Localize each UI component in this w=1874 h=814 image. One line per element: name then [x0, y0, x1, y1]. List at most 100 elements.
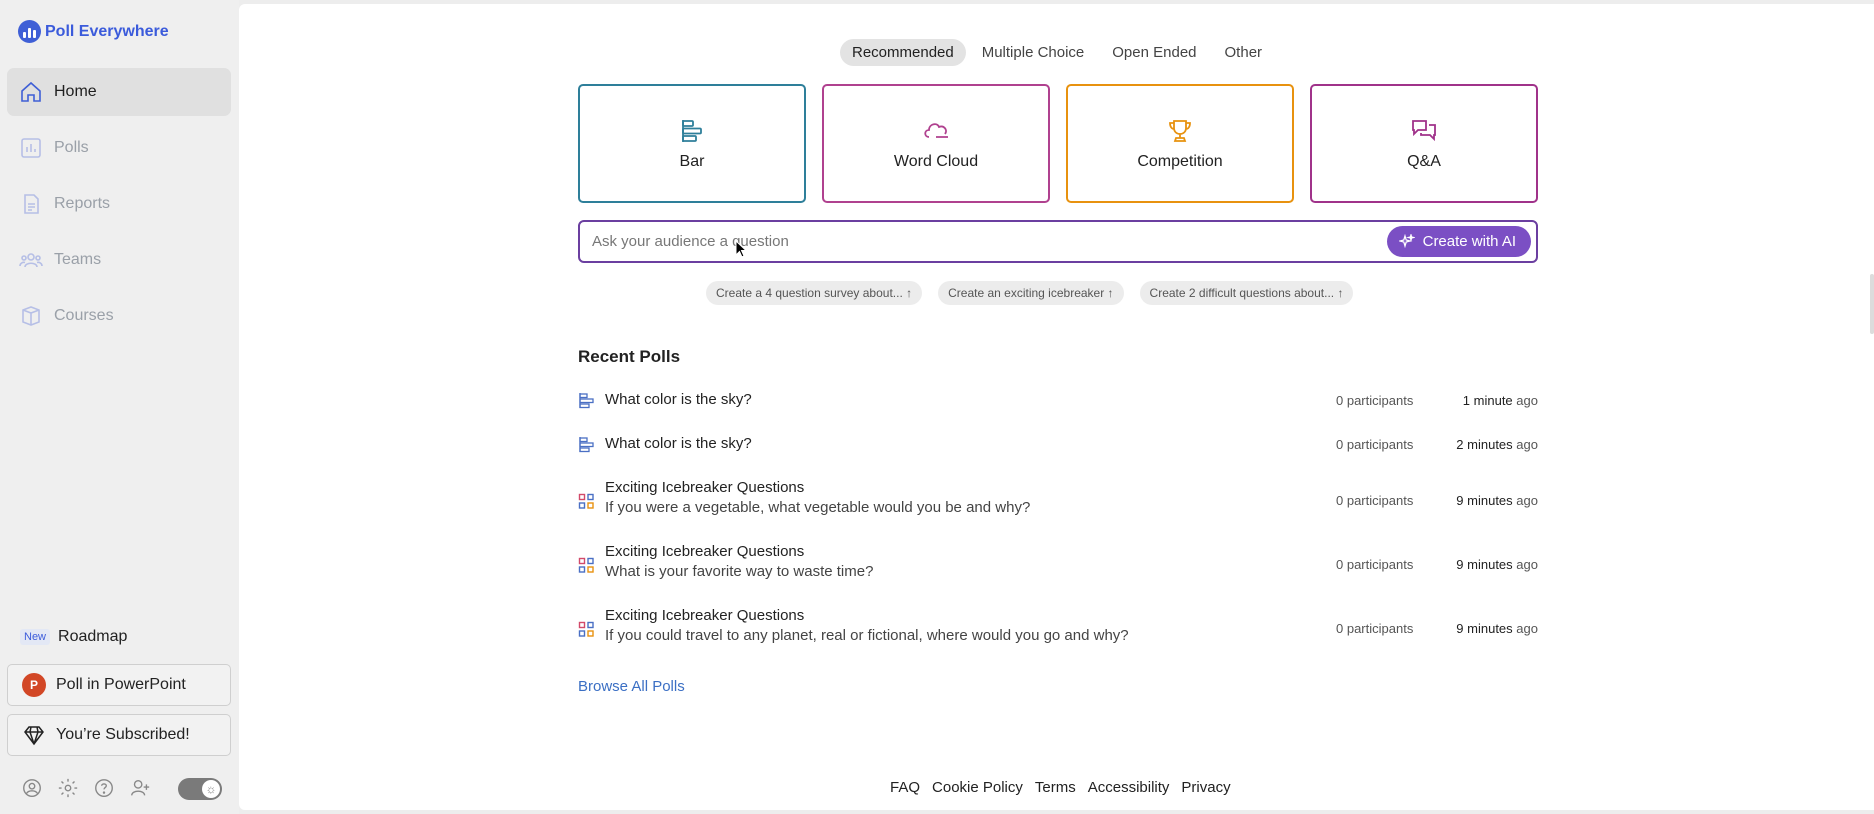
main-panel: Recommended Multiple Choice Open Ended O… — [239, 4, 1874, 810]
poll-time-suffix: ago — [1516, 493, 1538, 508]
sidebar-item-home[interactable]: Home — [7, 68, 231, 116]
roadmap-link[interactable]: New Roadmap — [20, 628, 127, 646]
poll-participants: 0 participants — [1336, 437, 1414, 452]
footer-link-terms[interactable]: Terms — [1035, 779, 1076, 796]
sidebar-item-courses[interactable]: Courses — [7, 292, 231, 340]
sidebar-item-polls[interactable]: Polls — [7, 124, 231, 172]
poll-row[interactable]: Exciting Icebreaker Questions If you cou… — [578, 607, 1538, 651]
subscription-button[interactable]: You’re Subscribed! — [7, 714, 231, 756]
mouse-cursor-icon — [735, 239, 748, 258]
teams-icon — [19, 253, 43, 268]
poll-time-value: 1 minute — [1462, 393, 1513, 408]
sidebar-item-teams[interactable]: Teams — [7, 236, 231, 284]
poll-time-suffix: ago — [1516, 557, 1538, 572]
new-badge: New — [20, 629, 51, 645]
home-icon — [21, 81, 41, 102]
tab-open-ended[interactable]: Open Ended — [1100, 39, 1208, 66]
suggestion-chip[interactable]: Create an exciting icebreaker ↑ — [938, 281, 1124, 305]
poll-row[interactable]: Exciting Icebreaker Questions If you wer… — [578, 479, 1538, 523]
powerpoint-label: Poll in PowerPoint — [56, 676, 186, 693]
sidebar-item-label: Polls — [54, 139, 89, 156]
poll-participants: 0 participants — [1336, 393, 1414, 408]
sidebar: Poll Everywhere Home Polls Reports Teams… — [0, 0, 239, 814]
card-label: Word Cloud — [893, 152, 979, 170]
bar-poll-icon — [579, 393, 594, 409]
tab-other[interactable]: Other — [1213, 39, 1275, 66]
grid-poll-icon — [578, 621, 594, 637]
poll-subtitle: If you were a vegetable, what vegetable … — [605, 499, 1031, 516]
poll-time-value: 2 minutes — [1456, 437, 1513, 452]
help-icon[interactable] — [93, 777, 115, 799]
sparkle-icon — [1398, 233, 1415, 248]
scrollbar[interactable] — [1870, 274, 1874, 334]
profile-icon[interactable] — [21, 777, 43, 799]
card-label: Q&A — [1407, 152, 1441, 170]
create-with-ai-button[interactable]: Create with AI — [1386, 226, 1531, 257]
roadmap-label: Roadmap — [58, 628, 128, 645]
ask-question-box: Create with AI — [578, 220, 1538, 263]
footer-link-cookie-policy[interactable]: Cookie Policy — [932, 779, 1023, 796]
bar-chart-icon — [682, 119, 702, 142]
poll-time-value: 9 minutes — [1456, 493, 1513, 508]
suggestion-chip[interactable]: Create 2 difficult questions about... ↑ — [1139, 281, 1354, 305]
poll-time: 9 minutes ago — [1456, 493, 1538, 508]
footer-link-privacy[interactable]: Privacy — [1181, 779, 1230, 796]
bar-poll-card[interactable]: Bar — [578, 84, 806, 203]
suggestion-chip[interactable]: Create a 4 question survey about... ↑ — [706, 281, 923, 305]
footer-link-accessibility[interactable]: Accessibility — [1088, 779, 1170, 796]
poll-time: 9 minutes ago — [1456, 621, 1538, 636]
browse-all-polls-link[interactable]: Browse All Polls — [578, 678, 685, 695]
poll-title: What color is the sky? — [605, 391, 752, 408]
bar-poll-icon — [579, 437, 594, 453]
poll-row[interactable]: What color is the sky? 0 participants 1 … — [578, 391, 1538, 415]
reports-icon — [24, 194, 39, 214]
subscribed-label: You’re Subscribed! — [56, 726, 190, 743]
sidebar-footer-icons — [21, 777, 151, 799]
poll-participants: 0 participants — [1336, 621, 1414, 636]
chat-bubbles-icon — [1412, 119, 1436, 141]
diamond-icon — [24, 726, 44, 746]
theme-toggle[interactable]: ☼ — [178, 778, 222, 800]
poll-time: 2 minutes ago — [1456, 437, 1538, 452]
poll-time-value: 9 minutes — [1456, 557, 1513, 572]
trophy-icon — [1169, 119, 1191, 142]
grid-poll-icon — [578, 493, 594, 509]
competition-card[interactable]: Competition — [1066, 84, 1294, 203]
logo-mark-icon — [18, 20, 41, 43]
tab-multiple-choice[interactable]: Multiple Choice — [970, 39, 1097, 66]
poll-time: 9 minutes ago — [1456, 557, 1538, 572]
polls-icon — [21, 138, 41, 158]
sidebar-item-reports[interactable]: Reports — [7, 180, 231, 228]
poll-row[interactable]: Exciting Icebreaker Questions What is yo… — [578, 543, 1538, 587]
gear-icon[interactable] — [57, 777, 79, 799]
poll-in-powerpoint-button[interactable]: P Poll in PowerPoint — [7, 664, 231, 706]
poll-type-tabs: Recommended Multiple Choice Open Ended O… — [840, 39, 1274, 66]
grid-poll-icon — [578, 557, 594, 573]
ai-suggestions: Create a 4 question survey about... ↑ Cr… — [706, 281, 1354, 305]
tab-recommended[interactable]: Recommended — [840, 39, 966, 66]
qa-card[interactable]: Q&A — [1310, 84, 1538, 203]
poll-subtitle: If you could travel to any planet, real … — [605, 627, 1129, 644]
question-input[interactable] — [580, 222, 1387, 261]
powerpoint-icon: P — [22, 673, 46, 697]
footer-links: FAQ Cookie Policy Terms Accessibility Pr… — [890, 779, 1231, 796]
poll-time: 1 minute ago — [1463, 393, 1538, 408]
poll-title: What color is the sky? — [605, 435, 752, 452]
poll-row[interactable]: What color is the sky? 0 participants 2 … — [578, 435, 1538, 459]
poll-time-suffix: ago — [1516, 621, 1538, 636]
sun-icon: ☼ — [202, 780, 220, 798]
sidebar-item-label: Reports — [54, 195, 111, 212]
footer-link-faq[interactable]: FAQ — [890, 779, 920, 796]
poll-time-suffix: ago — [1516, 437, 1538, 452]
recent-polls-title: Recent Polls — [578, 347, 681, 366]
poll-time-value: 9 minutes — [1456, 621, 1513, 636]
sidebar-item-label: Home — [54, 83, 97, 100]
account-switch-icon[interactable] — [129, 777, 151, 799]
sidebar-item-label: Teams — [54, 251, 102, 268]
brand-logo[interactable]: Poll Everywhere — [18, 20, 169, 43]
sidebar-item-label: Courses — [54, 307, 114, 324]
cloud-icon — [924, 122, 948, 138]
word-cloud-card[interactable]: Word Cloud — [822, 84, 1050, 203]
courses-icon — [22, 306, 40, 326]
poll-participants: 0 participants — [1336, 493, 1414, 508]
